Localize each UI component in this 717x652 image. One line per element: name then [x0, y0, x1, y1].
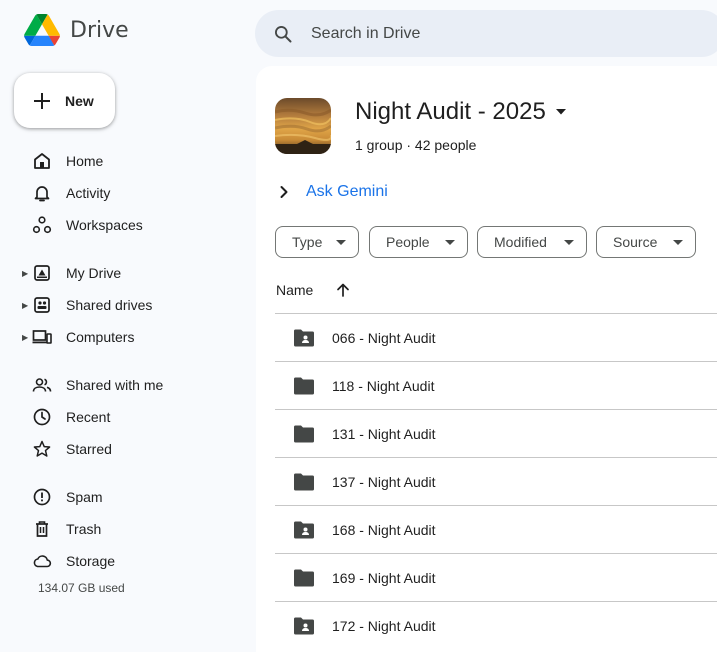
sidebar-item-home[interactable]: Home	[0, 145, 255, 177]
table-row[interactable]: 168 - Night Audit	[275, 505, 717, 553]
table-row[interactable]: 169 - Night Audit	[275, 553, 717, 601]
shared-drives-icon	[34, 297, 50, 313]
caret-down-icon	[564, 240, 574, 245]
chip-label: Modified	[494, 234, 547, 250]
main-panel: Night Audit - 2025 1 group · 42 people A…	[256, 66, 717, 652]
sidebar-item-shared-with-me[interactable]: Shared with me	[0, 369, 255, 401]
table-row[interactable]: 131 - Night Audit	[275, 409, 717, 457]
sidebar-item-spam[interactable]: Spam	[0, 481, 255, 513]
drive-logo-icon	[24, 14, 60, 46]
name-column-header[interactable]: Name	[276, 282, 351, 298]
group-title-dropdown[interactable]: Night Audit - 2025	[355, 98, 566, 126]
sidebar-item-label: My Drive	[66, 265, 122, 281]
my-drive-icon	[34, 265, 50, 281]
caret-down-icon	[445, 240, 455, 245]
column-name-label: Name	[276, 282, 314, 298]
storage-used-text: 134.07 GB used	[38, 581, 125, 595]
sidebar-item-storage[interactable]: Storage	[0, 545, 255, 577]
chip-label: Source	[613, 234, 658, 250]
ask-gemini-button[interactable]: Ask Gemini	[276, 183, 388, 201]
workspaces-icon	[32, 216, 52, 234]
folder-icon	[294, 425, 314, 442]
chevron-right-icon	[280, 186, 288, 198]
shared-folder-icon	[294, 521, 314, 538]
ask-gemini-label: Ask Gemini	[306, 183, 388, 200]
sidebar-item-label: Activity	[66, 185, 111, 201]
caret-down-icon	[673, 240, 683, 245]
star-icon	[33, 440, 51, 457]
arrow-up-icon[interactable]	[335, 282, 351, 298]
sidebar-item-workspaces[interactable]: Workspaces	[0, 209, 255, 241]
group-members-summary[interactable]: 1 group · 42 people	[355, 137, 476, 153]
sidebar-item-trash[interactable]: Trash	[0, 513, 255, 545]
sidebar-item-label: Workspaces	[66, 217, 143, 233]
folder-icon	[294, 569, 314, 586]
new-button[interactable]: New	[14, 73, 115, 128]
filter-people-chip[interactable]: People	[369, 226, 468, 258]
table-row[interactable]: 172 - Night Audit	[275, 601, 717, 649]
group-avatar	[275, 98, 331, 154]
sidebar-item-label: Recent	[66, 409, 111, 425]
shared-folder-icon	[294, 329, 314, 346]
search-icon[interactable]	[273, 24, 293, 44]
sidebar-item-label: Storage	[66, 553, 116, 569]
caret-down-icon	[336, 240, 346, 245]
file-name: 118 - Night Audit	[332, 377, 435, 394]
chip-label: People	[386, 234, 430, 250]
sidebar-item-starred[interactable]: Starred	[0, 433, 255, 465]
filter-source-chip[interactable]: Source	[596, 226, 696, 258]
search-bar[interactable]: Search in Drive	[255, 10, 717, 57]
sidebar-item-label: Spam	[66, 489, 103, 505]
file-name: 137 - Night Audit	[332, 473, 436, 490]
sidebar-item-activity[interactable]: Activity	[0, 177, 255, 209]
expand-caret-icon[interactable]: ▶	[22, 333, 28, 342]
file-name: 172 - Night Audit	[332, 617, 436, 634]
table-row[interactable]: 137 - Night Audit	[275, 457, 717, 505]
shared-folder-icon	[294, 617, 314, 634]
sidebar-item-label: Shared with me	[66, 377, 164, 393]
plus-icon	[34, 92, 50, 109]
sidebar-item-label: Computers	[66, 329, 135, 345]
expand-caret-icon[interactable]: ▶	[22, 269, 28, 278]
app-name: Drive	[70, 17, 129, 43]
home-icon	[34, 153, 50, 169]
spam-icon	[33, 488, 51, 506]
file-name: 168 - Night Audit	[332, 521, 436, 538]
search-input[interactable]: Search in Drive	[311, 25, 420, 43]
file-name: 131 - Night Audit	[332, 425, 436, 442]
table-row[interactable]: 066 - Night Audit	[275, 313, 717, 361]
computers-icon	[32, 330, 52, 344]
sidebar-item-recent[interactable]: Recent	[0, 401, 255, 433]
sidebar-item-label: Trash	[66, 521, 102, 537]
filter-modified-chip[interactable]: Modified	[477, 226, 587, 258]
table-row[interactable]: 118 - Night Audit	[275, 361, 717, 409]
chip-label: Type	[292, 234, 323, 250]
bell-icon	[34, 186, 50, 202]
shared-with-me-icon	[32, 378, 52, 392]
sidebar-item-computers[interactable]: ▶ Computers	[0, 321, 255, 353]
expand-caret-icon[interactable]: ▶	[22, 301, 28, 310]
clock-icon	[33, 408, 51, 426]
folder-icon	[294, 473, 314, 490]
sidebar-item-label: Home	[66, 153, 104, 169]
sidebar-item-label: Shared drives	[66, 297, 153, 313]
page-title: Night Audit - 2025	[355, 98, 546, 125]
sunset-image	[275, 98, 331, 154]
trash-icon	[36, 521, 48, 537]
sidebar-item-my-drive[interactable]: ▶ My Drive	[0, 257, 255, 289]
drive-logo[interactable]: Drive	[24, 14, 129, 46]
new-button-label: New	[65, 92, 94, 109]
folder-icon	[294, 377, 314, 394]
sidebar-item-label: Starred	[66, 441, 112, 457]
file-name: 169 - Night Audit	[332, 569, 436, 586]
caret-down-icon	[555, 109, 566, 115]
filter-type-chip[interactable]: Type	[275, 226, 359, 258]
file-name: 066 - Night Audit	[332, 329, 436, 346]
cloud-icon	[33, 555, 52, 568]
sidebar-item-shared-drives[interactable]: ▶ Shared drives	[0, 289, 255, 321]
